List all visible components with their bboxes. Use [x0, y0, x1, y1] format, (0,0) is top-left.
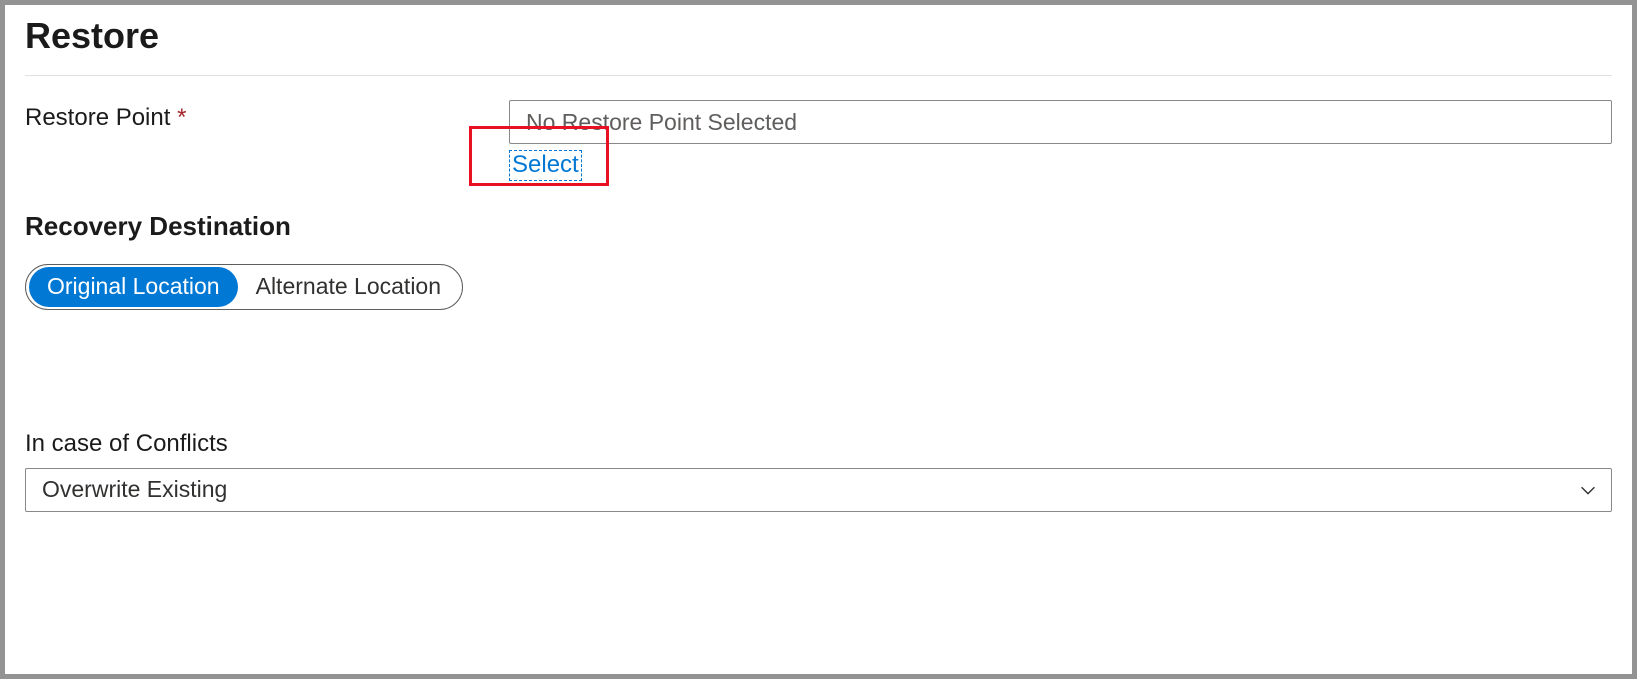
select-link-wrap: Select: [509, 144, 1612, 181]
conflicts-section: In case of Conflicts Overwrite Existing: [25, 430, 1612, 512]
conflicts-select[interactable]: Overwrite Existing: [25, 468, 1612, 512]
restore-point-row: Restore Point * Select: [25, 100, 1612, 181]
page-title: Restore: [25, 15, 1612, 57]
select-restore-point-link[interactable]: Select: [509, 150, 582, 181]
restore-point-control: Select: [509, 100, 1612, 181]
restore-point-label: Restore Point *: [25, 100, 509, 132]
conflicts-selected-value: Overwrite Existing: [42, 476, 227, 503]
restore-panel: Restore Restore Point * Select Recovery …: [0, 0, 1637, 679]
restore-point-label-text: Restore Point: [25, 104, 170, 131]
divider: [25, 75, 1612, 76]
restore-point-input[interactable]: [509, 100, 1612, 144]
destination-toggle: Original Location Alternate Location: [25, 264, 463, 310]
destination-alternate-option[interactable]: Alternate Location: [238, 267, 459, 307]
recovery-destination-label: Recovery Destination: [25, 211, 1612, 242]
destination-original-option[interactable]: Original Location: [29, 267, 238, 307]
chevron-down-icon: [1577, 479, 1599, 501]
conflicts-label: In case of Conflicts: [25, 430, 1612, 458]
required-mark: *: [177, 104, 186, 131]
content-area: Restore Restore Point * Select Recovery …: [5, 5, 1632, 512]
